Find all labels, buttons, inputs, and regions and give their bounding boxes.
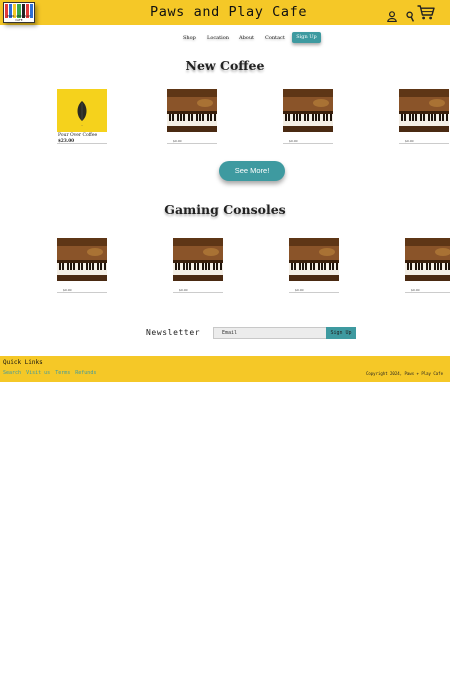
card-divider — [289, 292, 339, 293]
piano-image — [283, 89, 333, 132]
piano-image — [399, 89, 449, 132]
nav-signup-button[interactable]: Sign Up — [292, 32, 321, 43]
card-divider — [57, 292, 107, 293]
footer-link-refunds[interactable]: Refunds — [75, 370, 96, 376]
coffee-leaf-image: ~ — [57, 89, 107, 132]
site-logo[interactable]: PAWS AND PLAY CAFE — [3, 2, 35, 23]
product-card[interactable]: ~ Pour Over Coffee $23.00 — [57, 89, 107, 144]
piano-image — [289, 238, 339, 281]
user-icon[interactable] — [387, 7, 397, 26]
cart-icon[interactable] — [417, 5, 435, 24]
nav-shop[interactable]: Shop — [183, 35, 196, 41]
product-card[interactable]: $0.00 — [283, 89, 333, 144]
copyright: Copyright 2024, Paws + Play Cafe — [365, 371, 443, 376]
newsletter-label: Newsletter — [146, 328, 201, 337]
newsletter-email-input[interactable] — [213, 327, 327, 339]
main-nav: Shop Location About Contact — [0, 31, 450, 45]
product-card[interactable]: $0.00 — [167, 89, 217, 144]
card-divider — [283, 143, 333, 144]
piano-image — [405, 238, 450, 281]
card-divider — [405, 292, 450, 293]
card-divider — [173, 292, 223, 293]
product-card[interactable]: $0.00 — [289, 238, 339, 293]
site-header: PAWS AND PLAY CAFE Paws and Play Cafe — [0, 0, 450, 25]
piano-image — [57, 238, 107, 281]
search-icon[interactable] — [406, 7, 415, 26]
piano-image — [173, 238, 223, 281]
see-more-button[interactable]: See More! — [219, 161, 285, 181]
footer-link-terms[interactable]: Terms — [55, 370, 70, 376]
product-card[interactable]: $0.00 — [173, 238, 223, 293]
footer-link-visit-us[interactable]: Visit us — [26, 370, 50, 376]
gaming-consoles-title: Gaming Consoles — [164, 202, 286, 217]
card-divider — [57, 143, 107, 144]
nav-contact[interactable]: Contact — [265, 35, 285, 41]
site-title: Paws and Play Cafe — [150, 4, 308, 20]
nav-about[interactable]: About — [239, 35, 254, 41]
nav-location[interactable]: Location — [207, 35, 229, 41]
new-coffee-title: New Coffee — [185, 58, 265, 73]
product-card[interactable]: $0.00 — [57, 238, 107, 293]
site-footer: Quick Links Search Visit us Terms Refund… — [0, 356, 450, 382]
product-card[interactable]: $0.00 — [405, 238, 450, 293]
quick-links-title: Quick Links — [3, 359, 43, 366]
product-card[interactable]: $0.00 — [399, 89, 449, 144]
logo-text: PAWS AND PLAY CAFE — [7, 14, 31, 22]
svg-text:~: ~ — [81, 125, 83, 128]
piano-image — [167, 89, 217, 132]
card-divider — [167, 143, 217, 144]
footer-link-search[interactable]: Search — [3, 370, 21, 376]
footer-links: Search Visit us Terms Refunds — [3, 370, 98, 376]
newsletter-signup-button[interactable]: Sign Up — [326, 327, 356, 339]
card-divider — [399, 143, 449, 144]
